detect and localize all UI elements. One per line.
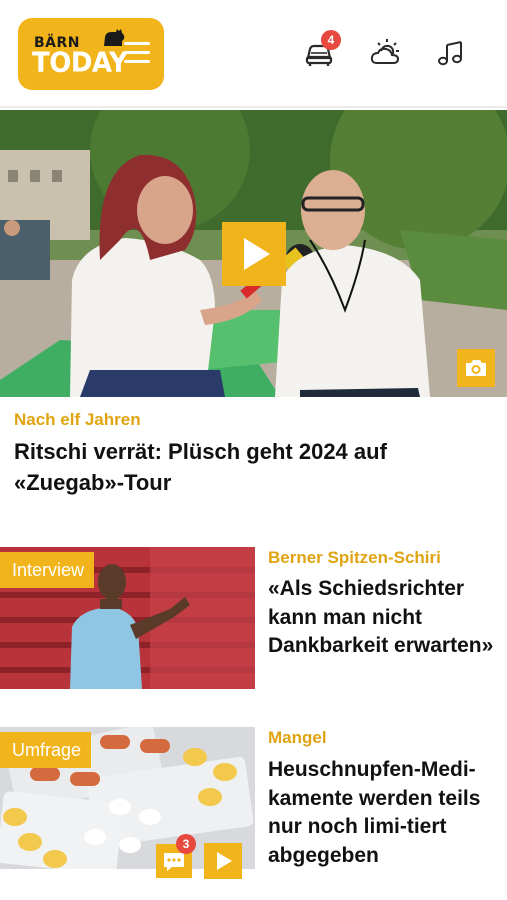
gallery-button[interactable] [457,349,495,387]
play-icon [244,238,270,270]
weather-icon [370,39,400,64]
article-kicker[interactable]: Mangel [268,728,327,748]
play-button[interactable] [222,222,286,286]
article-tag: Interview [0,552,95,588]
hero-video-thumbnail[interactable] [0,110,507,397]
hero-kicker[interactable]: Nach elf Jahren [14,410,141,430]
comments-button[interactable]: 3 [156,834,196,878]
article-headline[interactable]: Heuschnupfen-Medi-kamente werden teils n… [268,756,500,870]
music-note-icon [438,41,462,66]
article-thumbnail[interactable]: Interview [0,547,255,689]
traffic-button[interactable]: 4 [302,30,341,70]
play-icon [217,852,232,870]
play-button[interactable] [204,843,242,879]
weather-button[interactable] [368,36,402,70]
barntoday-logo-button[interactable]: BÄRN TODAY [18,18,164,90]
bear-icon [104,29,125,46]
article-headline[interactable]: «Als Schiedsrichter kann man nicht Dankb… [268,575,500,661]
hero-headline[interactable]: Ritschi verrät: Plüsch geht 2024 auf «Zu… [14,436,494,498]
camera-icon [466,360,486,376]
article-kicker[interactable]: Berner Spitzen-Schiri [268,548,441,568]
traffic-count-badge: 4 [321,30,341,50]
app-header: BÄRN TODAY 4 [0,0,507,108]
logo-text-bottom: TODAY [32,47,128,79]
radio-button[interactable] [434,36,468,70]
comment-count-badge: 3 [176,834,196,854]
article-tag: Umfrage [0,732,92,768]
menu-icon[interactable] [124,42,150,64]
